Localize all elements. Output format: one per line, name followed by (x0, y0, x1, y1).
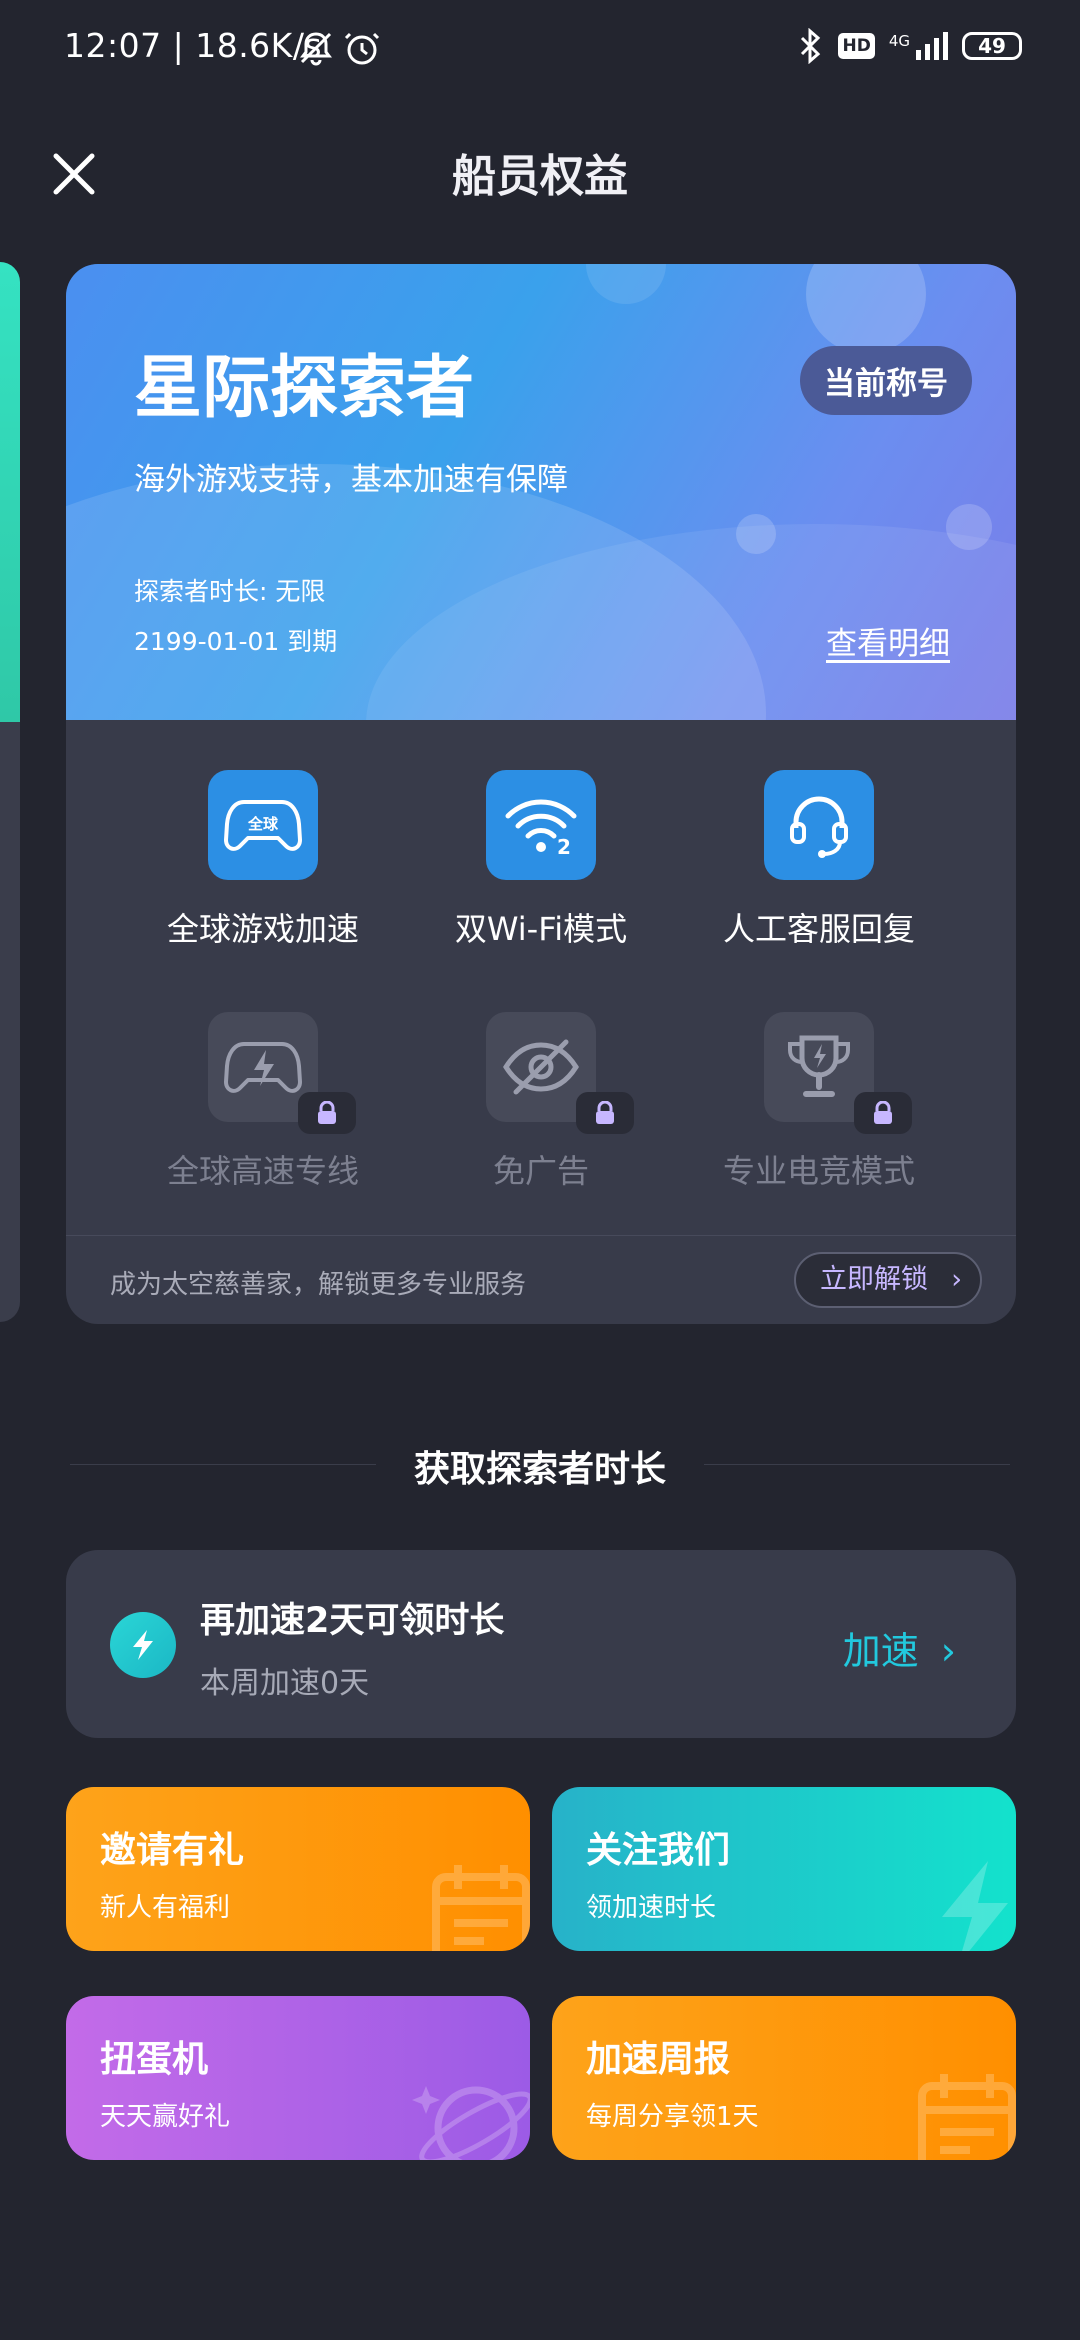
tile-title: 加速周报 (586, 2039, 731, 2080)
headset-icon (764, 770, 874, 880)
weekly-report-tile[interactable]: 加速周报 每周分享领1天 (552, 1996, 1016, 2160)
trophy-icon (764, 1012, 912, 1134)
lightning-icon (942, 1861, 1008, 1951)
svg-text:2: 2 (557, 835, 571, 858)
dual-wifi-icon: 2 (486, 770, 596, 880)
accelerate-label: 加速 (842, 1629, 919, 1673)
planet-icon (412, 2086, 530, 2160)
feature-dual-wifi[interactable]: 2 双Wi-Fi模式 (391, 770, 691, 950)
feature-label: 双Wi-Fi模式 (454, 910, 628, 948)
calendar-icon (918, 2074, 1016, 2160)
gamepad-bolt-icon (208, 1012, 356, 1134)
invite-gift-tile[interactable]: 邀请有礼 新人有福利 (66, 1787, 530, 1951)
top-bar: 船员权益 (0, 120, 1080, 230)
feature-label: 专业电竞模式 (722, 1152, 915, 1190)
section-title: 获取探索者时长 (413, 1449, 666, 1490)
calendar-icon (432, 1865, 530, 1951)
feature-global-game-acceleration[interactable]: 全球 全球游戏加速 (113, 770, 413, 950)
feature-label: 人工客服回复 (722, 910, 915, 948)
feature-no-ads[interactable]: 免广告 (391, 1012, 691, 1192)
lock-icon (854, 1092, 912, 1134)
tile-subtitle: 领加速时长 (586, 1893, 717, 1923)
current-title-badge: 当前称号 (800, 346, 972, 415)
battery-indicator: 49 (962, 32, 1022, 60)
membership-card-header: 星际探索者 当前称号 海外游戏支持，基本加速有保障 探索者时长: 无限 2199… (66, 264, 1016, 720)
lock-icon (298, 1092, 356, 1134)
membership-card-footer: 成为太空慈善家，解锁更多专业服务 立即解锁 › (66, 1235, 1016, 1324)
accelerate-button[interactable]: 加速 › (843, 1620, 956, 1675)
gacha-machine-tile[interactable]: 扭蛋机 天天赢好礼 (66, 1996, 530, 2160)
mute-bell-icon (300, 32, 332, 66)
lock-icon (576, 1092, 634, 1134)
view-details-link[interactable]: 查看明细 (826, 618, 950, 663)
membership-subtitle: 海外游戏支持，基本加速有保障 (134, 462, 568, 498)
status-bar: 12:07 | 18.6K/s HD 4G 49 (0, 0, 1080, 96)
hd-badge: HD (838, 33, 875, 59)
task-title: 再加速2天可领时长 (200, 1601, 505, 1641)
membership-duration: 探索者时长: 无限 (134, 577, 326, 606)
status-time-speed: 12:07 | 18.6K/s (64, 26, 323, 65)
feature-pro-esports-mode[interactable]: 专业电竞模式 (669, 1012, 969, 1192)
membership-title: 星际探索者 (134, 349, 475, 428)
tile-subtitle: 每周分享领1天 (586, 2102, 759, 2132)
unlock-now-button[interactable]: 立即解锁 › (794, 1252, 982, 1308)
follow-us-tile[interactable]: 关注我们 领加速时长 (552, 1787, 1016, 1951)
tile-title: 扭蛋机 (100, 2039, 209, 2080)
lightning-icon (110, 1612, 176, 1678)
membership-card: 星际探索者 当前称号 海外游戏支持，基本加速有保障 探索者时长: 无限 2199… (66, 264, 1016, 1324)
task-subtitle: 本周加速0天 (200, 1666, 370, 1701)
membership-expiry: 2199-01-01 到期 (134, 627, 338, 656)
unlock-now-label: 立即解锁 (820, 1264, 928, 1295)
chevron-right-icon: › (940, 1629, 956, 1673)
network-type: 4G (888, 32, 910, 50)
page-title: 船员权益 (452, 151, 628, 202)
bluetooth-icon (801, 28, 821, 64)
tile-subtitle: 新人有福利 (100, 1893, 231, 1923)
feature-label: 免广告 (492, 1152, 589, 1190)
tile-title: 关注我们 (586, 1830, 731, 1871)
upgrade-prompt: 成为太空慈善家，解锁更多专业服务 (110, 1270, 527, 1300)
alarm-icon (344, 32, 380, 65)
feature-label: 全球游戏加速 (166, 910, 359, 948)
acceleration-task-card[interactable]: 再加速2天可领时长 本周加速0天 加速 › (66, 1550, 1016, 1738)
no-ads-eye-icon (486, 1012, 634, 1134)
chevron-right-icon: › (951, 1264, 962, 1295)
svg-text:全球: 全球 (247, 815, 279, 833)
signal-icon: 4G (889, 32, 948, 60)
previous-card-peek[interactable] (0, 262, 20, 1322)
feature-label: 全球高速专线 (166, 1152, 359, 1190)
feature-human-support[interactable]: 人工客服回复 (669, 770, 969, 950)
gamepad-global-icon: 全球 (208, 770, 318, 880)
tile-title: 邀请有礼 (100, 1830, 245, 1871)
feature-global-highspeed-line[interactable]: 全球高速专线 (113, 1012, 413, 1192)
tile-subtitle: 天天赢好礼 (100, 2102, 231, 2132)
